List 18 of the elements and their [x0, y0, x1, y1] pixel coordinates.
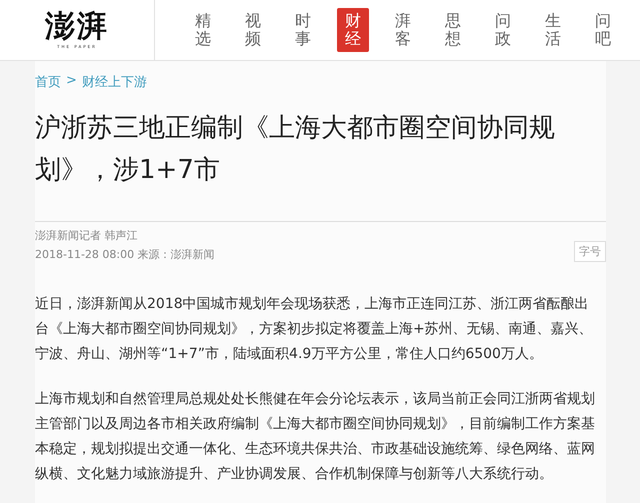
- article-title: 沪浙苏三地正编制《上海大都市圈空间协同规划》，涉1+7市: [35, 112, 556, 187]
- article-paragraph: 近日，澎湃新闻从2018中国城市规划年会现场获悉，上海市正连同江苏、浙江两省酝酿出台《上海大都市圈空间协同规划》，方案初步拟定将覆盖上海+苏州、无锡、南通、嘉兴、宁波、舟山、湖州等“1+7”市，陆域面积4.9万平方公里，常住人口约6500万人。: [35, 295, 594, 364]
- nav-tab[interactable]: 思想: [437, 8, 469, 52]
- nav-tab[interactable]: 生活: [537, 8, 569, 52]
- article-meta: 2018-11-28 08:00 来源：澎湃新闻: [35, 247, 215, 262]
- breadcrumb-separator: >: [66, 73, 77, 90]
- nav-tab[interactable]: 问吧: [587, 8, 619, 52]
- nav-tab[interactable]: 时事: [287, 8, 319, 52]
- nav-tab[interactable]: 湃客: [387, 8, 419, 52]
- nav-tab[interactable]: 视频: [237, 8, 269, 52]
- article-author: 澎湃新闻记者 韩声江: [35, 228, 138, 243]
- nav-tab[interactable]: 问政: [487, 8, 519, 52]
- nav-tab[interactable]: 财经: [337, 8, 369, 52]
- breadcrumb-link[interactable]: 首页: [35, 73, 61, 91]
- nav-tab[interactable]: 精选: [187, 8, 219, 52]
- logo[interactable]: 澎湃: [45, 12, 109, 42]
- article-paragraph: 上海市规划和自然管理局总规处处长熊健在年会分论坛表示，该局当前正会同江浙两省规划主管部门以及周边各市相关政府编制《上海大都市圈空间协同规划》，目前编制工作方案基本稳定，规划拟提出交通一体化、生态环境共保共治、市政基础设施统筹、绿色网络、蓝网纵横、文化魅力域旅游提升、产业协调发展、合作机制保障与创新等八大系统行动。: [35, 390, 596, 484]
- breadcrumb-link[interactable]: 财经上下游: [82, 73, 147, 91]
